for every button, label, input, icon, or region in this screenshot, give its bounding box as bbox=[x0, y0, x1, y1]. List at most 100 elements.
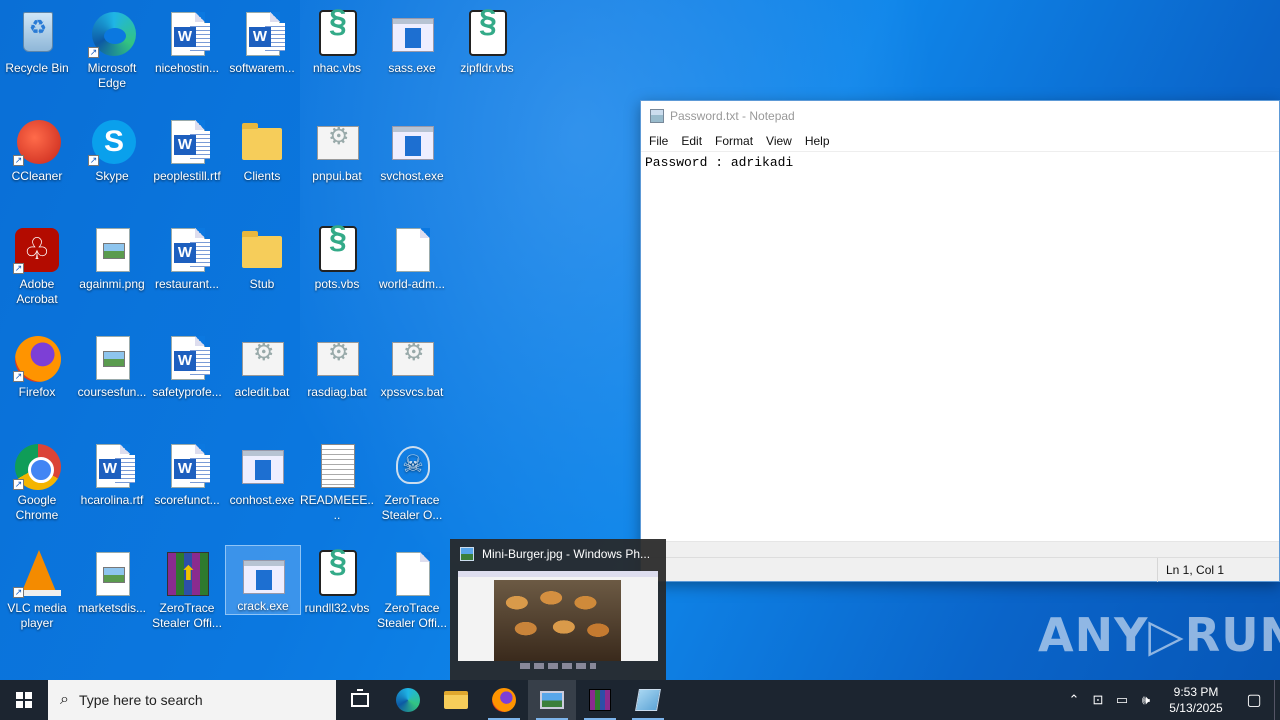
desktop-icon-rasdiag-bat[interactable]: rasdiag.bat bbox=[300, 328, 374, 430]
icon-label: peoplestill.rtf bbox=[153, 169, 221, 183]
icon-label: marketsdis... bbox=[77, 601, 146, 615]
desktop-icon-xpssvcs-bat[interactable]: xpssvcs.bat bbox=[375, 328, 449, 430]
thumbnail-title: Mini-Burger.jpg - Windows Ph... bbox=[482, 547, 651, 561]
batch-file-icon bbox=[317, 342, 359, 376]
icon-label: world-adm... bbox=[378, 277, 446, 291]
desktop-icon-nhac-vbs[interactable]: nhac.vbs bbox=[300, 4, 374, 106]
system-tray: ⌃ ⊡ ▭ 🕪 9:53 PM 5/13/2025 ▢ bbox=[1062, 680, 1280, 720]
shortcut-arrow-icon: ↗ bbox=[13, 371, 24, 382]
menu-file[interactable]: File bbox=[649, 134, 668, 148]
menu-format[interactable]: Format bbox=[715, 134, 753, 148]
clock[interactable]: 9:53 PM 5/13/2025 bbox=[1158, 684, 1234, 716]
icon-label: VLC media player bbox=[7, 601, 67, 630]
notepad-window[interactable]: Password.txt - Notepad File Edit Format … bbox=[640, 100, 1280, 582]
taskbar-edge[interactable] bbox=[384, 680, 432, 720]
desktop-icon-readmeee[interactable]: READMEEE.... bbox=[300, 436, 374, 538]
icon-label: Google Chrome bbox=[15, 493, 59, 522]
menu-edit[interactable]: Edit bbox=[681, 134, 702, 148]
vlc-icon bbox=[17, 550, 61, 596]
network-icon[interactable]: ▭ bbox=[1110, 680, 1134, 720]
horizontal-scrollbar[interactable] bbox=[641, 541, 1279, 557]
desktop-icon-pots-vbs[interactable]: pots.vbs bbox=[300, 220, 374, 322]
executable-icon bbox=[242, 450, 284, 484]
desktop-icon-svchost-exe[interactable]: svchost.exe bbox=[375, 112, 449, 214]
icon-label: pots.vbs bbox=[314, 277, 360, 291]
icon-label: crack.exe bbox=[237, 599, 289, 613]
desktop-icon-zerotrace-rar[interactable]: ZeroTrace Stealer Offi... bbox=[150, 544, 224, 646]
notification-icon[interactable]: ▢ bbox=[1234, 680, 1274, 720]
clock-time: 9:53 PM bbox=[1173, 685, 1219, 699]
image-file-icon bbox=[96, 552, 130, 596]
menu-help[interactable]: Help bbox=[805, 134, 830, 148]
icon-label: restaurant... bbox=[154, 277, 220, 291]
desktop-icon-safetyprofe[interactable]: W safetyprofe... bbox=[150, 328, 224, 430]
text-editor[interactable]: Password : adrikadi bbox=[641, 151, 1279, 541]
desktop-icon-softwarem[interactable]: W softwarem... bbox=[225, 4, 299, 106]
shortcut-arrow-icon: ↗ bbox=[88, 47, 99, 58]
vbscript-icon bbox=[469, 10, 507, 56]
desktop-icon-zerotrace-stealer-o[interactable]: ☠ ZeroTrace Stealer O... bbox=[375, 436, 449, 538]
taskbar-winrar[interactable] bbox=[576, 680, 624, 720]
desktop-icon-stub[interactable]: Stub bbox=[225, 220, 299, 322]
start-button[interactable] bbox=[0, 680, 48, 720]
desktop-icon-world-adm[interactable]: world-adm... bbox=[375, 220, 449, 322]
meet-now-icon[interactable]: ⊡ bbox=[1086, 680, 1110, 720]
recycle-bin-icon bbox=[23, 12, 53, 52]
taskbar-firefox[interactable] bbox=[480, 680, 528, 720]
desktop-icon-zerotrace-stealer-offi[interactable]: ZeroTrace Stealer Offi... bbox=[375, 544, 449, 646]
desktop-icon-zipfldr-vbs[interactable]: zipfldr.vbs bbox=[450, 4, 524, 106]
desktop-icon-conhost-exe[interactable]: conhost.exe bbox=[225, 436, 299, 538]
desktop-icon-hcarolina-rtf[interactable]: W hcarolina.rtf bbox=[75, 436, 149, 538]
desktop-icon-peoplestill-rtf[interactable]: W peoplestill.rtf bbox=[150, 112, 224, 214]
desktop-icon-skype[interactable]: S ↗ Skype bbox=[75, 112, 149, 214]
icon-label: xpssvcs.bat bbox=[380, 385, 444, 399]
taskbar-search-box[interactable]: ⌕ Type here to search bbox=[48, 680, 336, 720]
folder-icon bbox=[242, 231, 282, 268]
desktop-icon-ccleaner[interactable]: ↗ CCleaner bbox=[0, 112, 74, 214]
desktop-icon-acledit-bat[interactable]: acledit.bat bbox=[225, 328, 299, 430]
desktop-icon-vlc[interactable]: ↗ VLC media player bbox=[0, 544, 74, 646]
taskbar-file-explorer[interactable] bbox=[432, 680, 480, 720]
desktop-icon-adobe-acrobat[interactable]: ♧ ↗ Adobe Acrobat bbox=[0, 220, 74, 322]
desktop-icon-google-chrome[interactable]: ↗ Google Chrome bbox=[0, 436, 74, 538]
notepad-titlebar[interactable]: Password.txt - Notepad bbox=[641, 101, 1279, 131]
desktop-icon-microsoft-edge[interactable]: ↗ Microsoft Edge bbox=[75, 4, 149, 106]
taskbar-notepad[interactable] bbox=[624, 680, 672, 720]
icon-label: rundll32.vbs bbox=[304, 601, 370, 615]
desktop-icon-pnpui-bat[interactable]: pnpui.bat bbox=[300, 112, 374, 214]
taskbar: ⌕ Type here to search ⌃ ⊡ ▭ 🕪 9:53 PM 5/… bbox=[0, 680, 1280, 720]
icon-label: svchost.exe bbox=[380, 169, 444, 183]
desktop-icon-clients[interactable]: Clients bbox=[225, 112, 299, 214]
thumbnail-controls bbox=[520, 663, 596, 669]
icon-label: zipfldr.vbs bbox=[460, 61, 514, 75]
taskbar-thumbnail-preview[interactable]: Mini-Burger.jpg - Windows Ph... bbox=[450, 539, 666, 680]
desktop-icon-sass-exe[interactable]: sass.exe bbox=[375, 4, 449, 106]
desktop-icon-rundll32-vbs[interactable]: rundll32.vbs bbox=[300, 544, 374, 646]
desktop-icon-restaurant[interactable]: W restaurant... bbox=[150, 220, 224, 322]
taskbar-photos[interactable] bbox=[528, 680, 576, 720]
text-file-icon bbox=[321, 444, 355, 488]
desktop-icon-againmi-png[interactable]: againmi.png bbox=[75, 220, 149, 322]
clock-date: 5/13/2025 bbox=[1169, 701, 1223, 715]
vbscript-icon bbox=[319, 226, 357, 272]
icon-label: safetyprofe... bbox=[152, 385, 222, 399]
photos-icon bbox=[460, 547, 474, 561]
volume-icon[interactable]: 🕪 bbox=[1134, 680, 1158, 720]
desktop-icon-coursesfun[interactable]: coursesfun... bbox=[75, 328, 149, 430]
icon-label: rasdiag.bat bbox=[307, 385, 367, 399]
task-view-button[interactable] bbox=[336, 680, 384, 720]
desktop-icon-scorefunct[interactable]: W scorefunct... bbox=[150, 436, 224, 538]
desktop-icon-marketsdis[interactable]: marketsdis... bbox=[75, 544, 149, 646]
shortcut-arrow-icon: ↗ bbox=[13, 155, 24, 166]
show-desktop-button[interactable] bbox=[1274, 680, 1280, 720]
desktop-icon-recycle-bin[interactable]: Recycle Bin bbox=[0, 4, 74, 106]
desktop-icon-firefox[interactable]: ↗ Firefox bbox=[0, 328, 74, 430]
search-placeholder: Type here to search bbox=[78, 692, 203, 708]
winrar-archive-icon bbox=[167, 552, 209, 596]
desktop-icon-nicehostin[interactable]: W nicehostin... bbox=[150, 4, 224, 106]
menu-view[interactable]: View bbox=[766, 134, 792, 148]
word-document-icon: W bbox=[171, 120, 210, 164]
desktop-icon-crack-exe[interactable]: crack.exe bbox=[225, 545, 301, 615]
chevron-up-icon[interactable]: ⌃ bbox=[1062, 680, 1086, 720]
thumbnail-image[interactable] bbox=[458, 571, 658, 661]
